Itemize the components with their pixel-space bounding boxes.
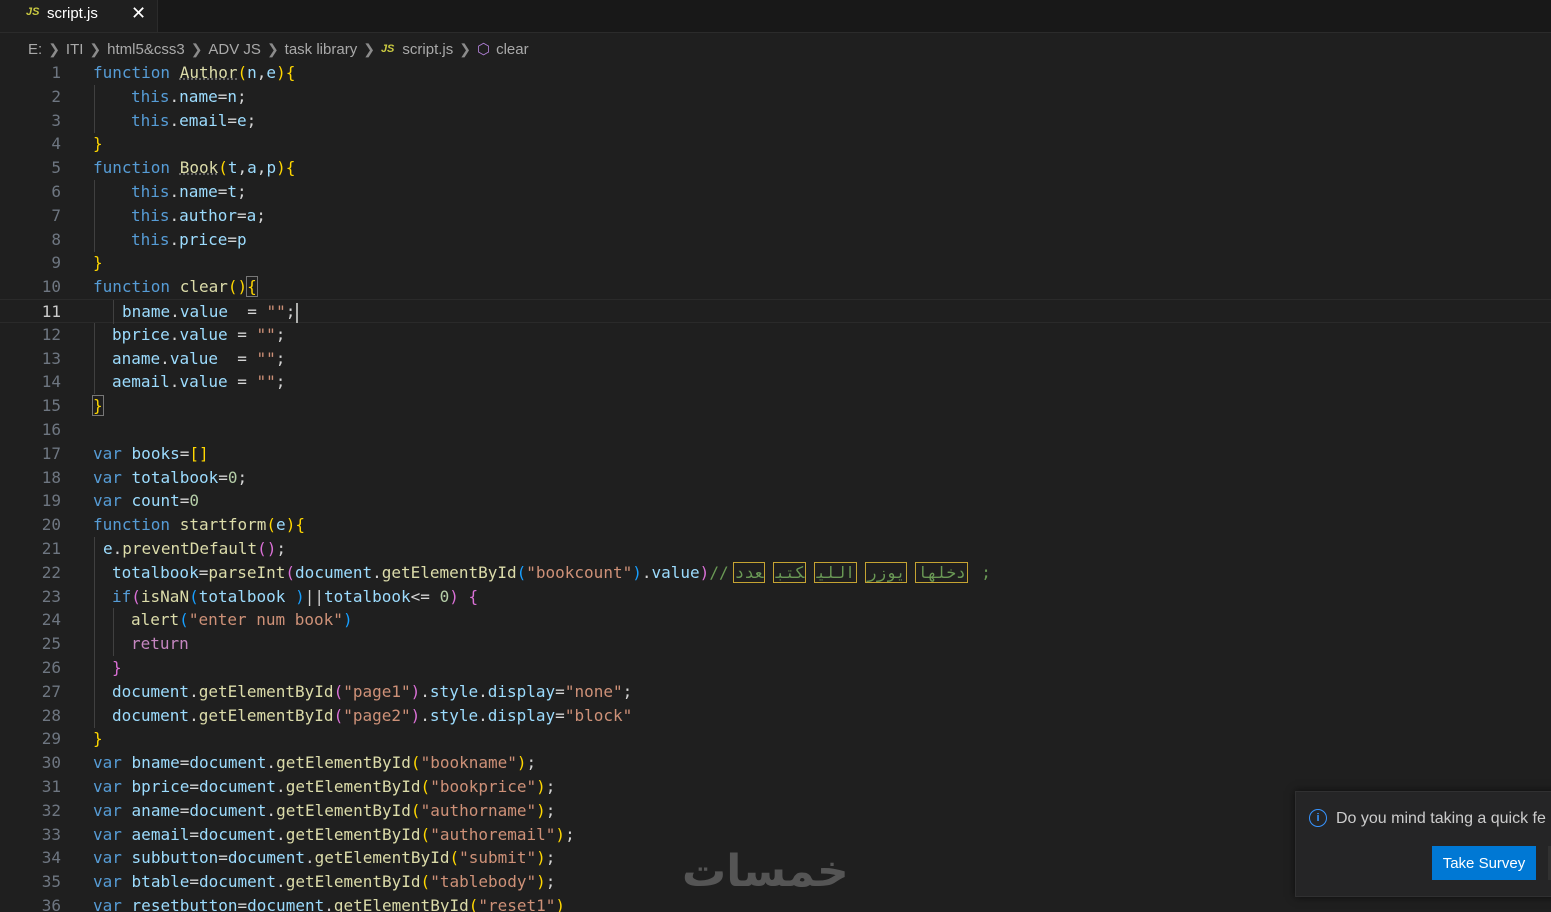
code-line[interactable]: 30 var bname=document.getElementById("boo… xyxy=(0,751,1551,775)
line-number: 9 xyxy=(51,253,61,273)
line-number: 11 xyxy=(41,302,61,321)
breadcrumb-item[interactable]: ADV JS xyxy=(208,41,261,58)
code-line[interactable]: 2 this.name=n; xyxy=(0,84,1551,109)
tab-bar: JS script.js ✕ xyxy=(0,0,1551,33)
code-line[interactable]: 12 bprice.value = ""; xyxy=(0,322,1551,347)
code-line[interactable]: 19 var count=0 xyxy=(0,489,1551,513)
line-number: 34 xyxy=(41,848,61,868)
line-number: 35 xyxy=(41,872,61,892)
line-number: 20 xyxy=(41,515,61,535)
line-number: 30 xyxy=(41,753,61,773)
chevron-right-icon: ❯ xyxy=(190,40,203,57)
line-number: 2 xyxy=(51,86,61,106)
line-number: 5 xyxy=(51,158,61,178)
breadcrumb-item[interactable]: E: xyxy=(28,41,42,58)
code-line[interactable]: 17 var books=[] xyxy=(0,442,1551,466)
tab-label: script.js xyxy=(47,5,98,22)
line-number: 15 xyxy=(41,396,61,416)
js-file-icon: JS xyxy=(26,6,40,18)
code-line[interactable]: 29} xyxy=(0,727,1551,751)
line-number: 1 xyxy=(51,63,61,82)
code-line[interactable]: 4} xyxy=(0,132,1551,156)
breadcrumb-file[interactable]: script.js xyxy=(402,41,453,58)
code-line[interactable]: 8 this.price=p xyxy=(0,227,1551,252)
code-line[interactable]: 26} xyxy=(0,656,1551,680)
line-number: 24 xyxy=(41,610,61,630)
text-cursor xyxy=(296,302,299,323)
line-number: 8 xyxy=(51,229,61,249)
code-line[interactable]: 1 function Author(n,e){ xyxy=(0,61,1551,85)
code-line[interactable]: 21 e.preventDefault(); xyxy=(0,537,1551,561)
chevron-right-icon: ❯ xyxy=(266,40,279,57)
code-line[interactable]: 7 this.author=a; xyxy=(0,203,1551,228)
line-number: 6 xyxy=(51,182,61,201)
line-number: 23 xyxy=(41,586,61,606)
line-number: 18 xyxy=(41,467,61,487)
code-line[interactable]: 5 function Book(t,a,p){ xyxy=(0,156,1551,180)
survey-notification: i Do you mind taking a quick fe Take Sur… xyxy=(1295,791,1551,897)
notification-message: Do you mind taking a quick fe xyxy=(1336,810,1546,827)
chevron-right-icon: ❯ xyxy=(89,40,102,57)
line-number: 7 xyxy=(51,205,61,225)
code-editor[interactable]: 1 function Author(n,e){ 2 this.name=n; 3th… xyxy=(0,61,1551,912)
line-number: 3 xyxy=(51,110,61,130)
tab-script-js[interactable]: JS script.js ✕ xyxy=(0,0,158,32)
code-line[interactable]: 15} xyxy=(0,394,1551,418)
code-line[interactable]: 20 function startform(e){ xyxy=(0,513,1551,537)
code-line[interactable]: 13 aname.value = ""; xyxy=(0,346,1551,371)
code-line[interactable]: 28 document.getElementById("page2").style… xyxy=(0,703,1551,728)
chevron-right-icon: ❯ xyxy=(363,40,375,57)
code-line[interactable]: 14 aemail.value = ""; xyxy=(0,370,1551,395)
code-line[interactable]: 10 function clear(){ xyxy=(0,275,1551,299)
breadcrumb-item[interactable]: task library xyxy=(285,41,358,58)
watermark-logo: خمسات xyxy=(682,846,849,897)
code-line[interactable]: 24 alert("enter num book") xyxy=(0,608,1551,633)
line-number: 28 xyxy=(41,705,61,725)
code-line[interactable]: 16 xyxy=(0,418,1551,442)
line-number: 10 xyxy=(41,277,61,297)
code-line[interactable]: 25 return xyxy=(0,632,1551,657)
line-number: 4 xyxy=(51,134,61,154)
line-number: 36 xyxy=(41,896,61,912)
line-number: 16 xyxy=(41,420,61,439)
line-number: 22 xyxy=(41,562,61,582)
breadcrumb-symbol[interactable]: clear xyxy=(496,41,529,58)
line-number: 14 xyxy=(41,372,61,392)
breadcrumb-item[interactable]: ITI xyxy=(66,41,84,58)
breadcrumb-item[interactable]: html5&css3 xyxy=(107,41,185,58)
line-number: 29 xyxy=(41,729,61,749)
line-number: 13 xyxy=(41,348,61,368)
code-line[interactable]: 22 totalbook=parseInt(document.getElement… xyxy=(0,560,1551,585)
line-number: 21 xyxy=(41,539,61,558)
breadcrumb: E: ❯ ITI ❯ html5&css3 ❯ ADV JS ❯ task librar… xyxy=(28,39,529,59)
code-line[interactable]: 23 if(isNaN(totalbook )||totalbook<= 0) { xyxy=(0,584,1551,609)
line-number: 33 xyxy=(41,824,61,844)
code-line-current[interactable]: 11 bname.value = ""; xyxy=(0,299,1551,324)
line-number: 25 xyxy=(41,634,61,654)
take-survey-button[interactable]: Take Survey xyxy=(1432,846,1536,880)
code-line[interactable]: 3 this.email=e; xyxy=(0,108,1551,133)
chevron-right-icon: ❯ xyxy=(459,40,471,57)
cube-icon: ⬡ xyxy=(476,41,491,58)
line-number: 17 xyxy=(41,443,61,463)
line-number: 19 xyxy=(41,491,61,511)
code-line[interactable]: 18 var totalbook=0; xyxy=(0,466,1551,490)
line-number: 12 xyxy=(41,324,61,344)
info-icon: i xyxy=(1309,809,1327,827)
line-number: 32 xyxy=(41,800,61,820)
chevron-right-icon: ❯ xyxy=(48,40,60,57)
close-icon[interactable]: ✕ xyxy=(131,3,146,24)
js-file-icon: JS xyxy=(380,43,395,55)
code-line[interactable]: 9} xyxy=(0,251,1551,275)
line-number: 27 xyxy=(41,681,61,701)
line-number: 31 xyxy=(41,777,61,796)
code-line[interactable]: 27 document.getElementById("page1").style… xyxy=(0,679,1551,704)
code-line[interactable]: 6 this.name=t; xyxy=(0,180,1551,204)
line-number: 26 xyxy=(41,658,61,677)
